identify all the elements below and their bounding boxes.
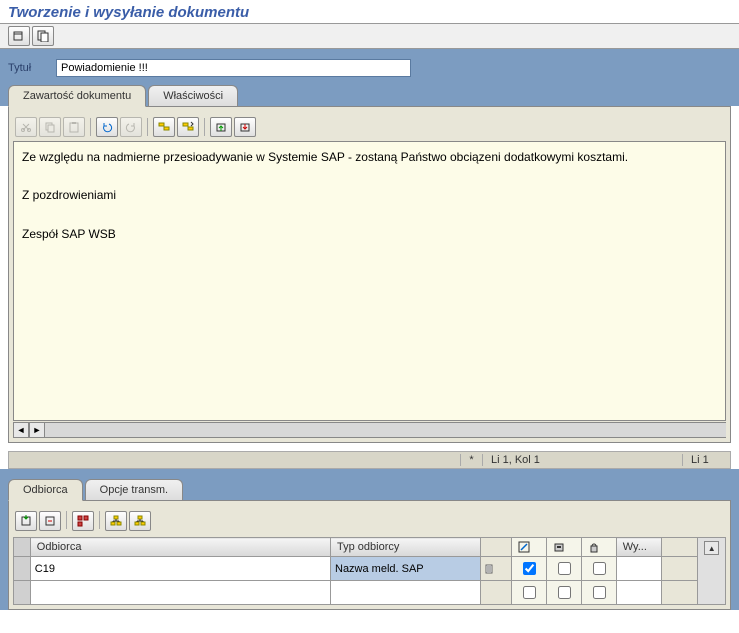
row-selector[interactable]: [14, 557, 31, 581]
tab-recipient[interactable]: Odbiorca: [8, 479, 83, 501]
line-count: Li 1: [682, 454, 722, 466]
vertical-scrollbar[interactable]: ▲: [698, 538, 726, 605]
col-flag-1[interactable]: [512, 538, 547, 557]
table-row: [14, 581, 726, 605]
main-toolbar: [0, 24, 739, 49]
flag2-checkbox[interactable]: [547, 557, 582, 581]
recipient-panel: Odbiorca Typ odbiorcy Wy... ▲ C19 Nazwa …: [8, 500, 731, 610]
paste-button: [63, 117, 85, 137]
recipient-delete-button[interactable]: [39, 511, 61, 531]
toolbar-btn-2[interactable]: [32, 26, 54, 46]
editor-toolbar: [13, 115, 726, 139]
distribution-list-button[interactable]: [72, 511, 94, 531]
flag3-checkbox[interactable]: [581, 581, 616, 605]
title-field-row: Tytuł: [8, 59, 731, 77]
document-body-editor[interactable]: Ze względu na nadmierne przesioadywanie …: [13, 141, 726, 421]
lower-tab-strip: Odbiorca Opcje transm.: [0, 479, 739, 500]
document-content-panel: Ze względu na nadmierne przesioadywanie …: [8, 106, 731, 443]
col-send[interactable]: Wy...: [616, 538, 662, 557]
send-cell[interactable]: [616, 557, 662, 581]
col-recipient-type[interactable]: Typ odbiorcy: [331, 538, 481, 557]
recipient-type-cell[interactable]: [331, 581, 481, 605]
col-recipient[interactable]: Odbiorca: [30, 538, 330, 557]
tab-document-content[interactable]: Zawartość dokumentu: [8, 85, 146, 107]
recipient-cell[interactable]: [30, 581, 330, 605]
upper-tab-strip: Zawartość dokumentu Właściwości: [0, 83, 739, 106]
row-selector[interactable]: [14, 581, 31, 605]
col-flag-2[interactable]: [547, 538, 582, 557]
col-flag-3[interactable]: [581, 538, 616, 557]
cut-button: [15, 117, 37, 137]
flag3-checkbox[interactable]: [581, 557, 616, 581]
send-cell[interactable]: [616, 581, 662, 605]
recipient-cell[interactable]: C19: [30, 557, 330, 581]
table-row: C19 Nazwa meld. SAP: [14, 557, 726, 581]
upload-button[interactable]: [210, 117, 232, 137]
title-input[interactable]: [56, 59, 411, 77]
window-title-bar: Tworzenie i wysyłanie dokumentu: [0, 0, 739, 24]
lookup-button[interactable]: [481, 557, 512, 581]
download-button[interactable]: [234, 117, 256, 137]
cursor-position: Li 1, Kol 1: [482, 454, 682, 466]
undo-button[interactable]: [96, 117, 118, 137]
recipient-table: Odbiorca Typ odbiorcy Wy... ▲ C19 Nazwa …: [13, 537, 726, 605]
copy-button: [39, 117, 61, 137]
tree-button-2[interactable]: [129, 511, 151, 531]
recipient-type-cell[interactable]: Nazwa meld. SAP: [331, 557, 481, 581]
find-next-button[interactable]: [177, 117, 199, 137]
tree-button-1[interactable]: [105, 511, 127, 531]
toolbar-btn-1[interactable]: [8, 26, 30, 46]
scroll-track[interactable]: [45, 422, 726, 438]
find-button[interactable]: [153, 117, 175, 137]
page-title: Tworzenie i wysyłanie dokumentu: [8, 4, 249, 21]
flag1-checkbox[interactable]: [512, 581, 547, 605]
scroll-right-button[interactable]: ►: [29, 422, 45, 438]
title-label: Tytuł: [8, 62, 48, 74]
flag1-checkbox[interactable]: [512, 557, 547, 581]
tab-properties[interactable]: Właściwości: [148, 85, 238, 106]
recipient-insert-button[interactable]: [15, 511, 37, 531]
table-header-row: Odbiorca Typ odbiorcy Wy... ▲: [14, 538, 726, 557]
modified-indicator: *: [460, 454, 482, 466]
flag2-checkbox[interactable]: [547, 581, 582, 605]
scroll-left-button[interactable]: ◄: [13, 422, 29, 438]
tab-transmission-options[interactable]: Opcje transm.: [85, 479, 183, 500]
redo-button: [120, 117, 142, 137]
recipient-toolbar: [13, 509, 726, 533]
row-selector-header[interactable]: [14, 538, 31, 557]
editor-status-bar: * Li 1, Kol 1 Li 1: [8, 451, 731, 469]
horizontal-scroll: ◄ ►: [13, 422, 726, 438]
